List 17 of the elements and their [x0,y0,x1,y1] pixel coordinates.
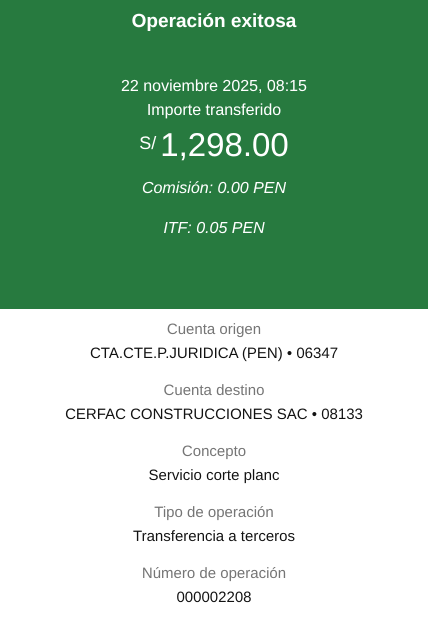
detail-label: Cuenta destino [164,381,264,401]
itf-text: ITF: 0.05 PEN [163,219,265,239]
transfer-date: 22 noviembre 2025, 08:15 [121,77,307,97]
detail-value: CTA.CTE.P.JURIDICA (PEN) • 06347 [90,344,338,364]
detail-value: Servicio corte planc [148,466,280,486]
detail-label: Concepto [182,442,246,462]
detail-label: Tipo de operación [154,503,274,523]
detail-label: Cuenta origen [166,320,262,340]
amount-value: 1,298.00 [160,126,289,164]
detail-value: Transferencia a terceros [132,527,295,547]
detail-label: Número de operación [142,564,286,584]
detail-value: 000002208 [176,588,252,608]
commission-text: Comisión: 0.00 PEN [142,179,286,199]
success-title: Operación exitosa [132,10,296,34]
currency-symbol: S/ [139,132,156,154]
detail-value: CERFAC CONSTRUCCIONES SAC • 08133 [65,405,363,425]
amount-label: Importe transferido [146,101,282,121]
